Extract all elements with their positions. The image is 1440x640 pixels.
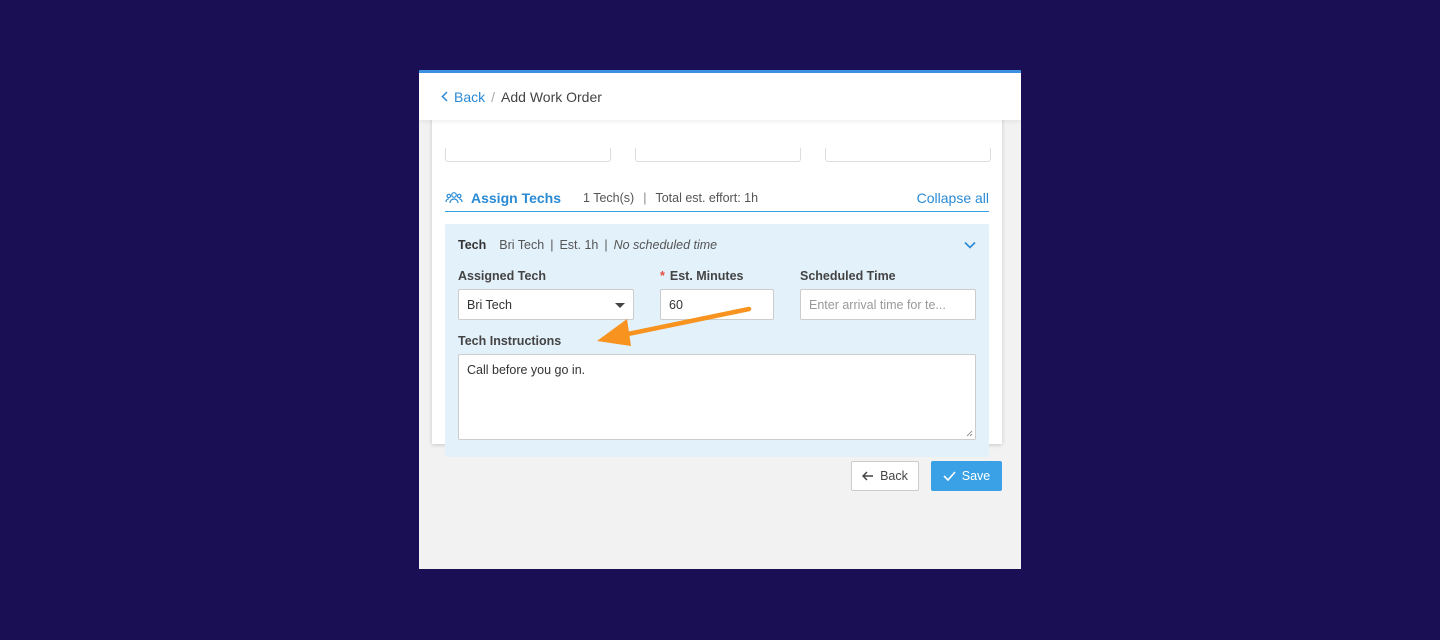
- field-stub-3: [825, 148, 991, 162]
- assign-techs-header: Assign Techs 1 Tech(s) | Total est. effo…: [445, 184, 989, 212]
- field-stub-1: [445, 148, 611, 162]
- est-minutes-label: * Est. Minutes: [660, 269, 744, 283]
- back-button-label: Back: [880, 469, 908, 483]
- tech-instructions-value: Call before you go in.: [467, 363, 586, 377]
- breadcrumb-back-label: Back: [454, 88, 486, 105]
- annotation-arrow-icon: [597, 306, 752, 346]
- chevron-left-icon: [441, 91, 448, 102]
- breadcrumb-back-link[interactable]: Back: [441, 89, 485, 105]
- scheduled-time-placeholder: Enter arrival time for te...: [809, 297, 946, 312]
- chevron-down-icon[interactable]: [964, 241, 976, 249]
- header-separator: |: [643, 190, 647, 205]
- tech-instructions-textarea[interactable]: Call before you go in.: [458, 354, 976, 440]
- save-button-label: Save: [961, 469, 991, 483]
- breadcrumb-separator: /: [491, 88, 496, 105]
- check-icon: [943, 471, 956, 481]
- tech-schedule: No scheduled time: [613, 238, 718, 252]
- required-marker: *: [660, 269, 665, 283]
- resize-handle-icon[interactable]: [966, 430, 973, 437]
- est-minutes-label-text: Est. Minutes: [669, 269, 744, 283]
- arrow-left-icon: [862, 471, 874, 481]
- assign-techs-card: Assign Techs 1 Tech(s) | Total est. effo…: [432, 110, 1002, 457]
- assign-techs-title: Assign Techs: [471, 189, 561, 206]
- tech-label: Tech: [458, 238, 487, 252]
- tech-name: Bri Tech: [499, 238, 545, 252]
- collapse-all-link[interactable]: Collapse all: [917, 190, 989, 206]
- users-icon: [445, 191, 463, 203]
- total-effort: Total est. effort: 1h: [655, 190, 759, 205]
- back-button[interactable]: Back: [851, 461, 919, 491]
- scheduled-time-input[interactable]: Enter arrival time for te...: [800, 289, 976, 320]
- field-stub-2: [635, 148, 801, 162]
- assigned-tech-label: Assigned Tech: [458, 269, 546, 283]
- scheduled-time-label: Scheduled Time: [800, 269, 896, 283]
- tech-sep-1: |: [550, 238, 554, 252]
- tech-summary-row: Tech Bri Tech | Est. 1h | No scheduled t…: [458, 237, 976, 253]
- save-button[interactable]: Save: [931, 461, 1002, 491]
- app-frame: Assign Techs 1 Tech(s) | Total est. effo…: [419, 70, 1021, 569]
- tech-instructions-label: Tech Instructions: [458, 334, 562, 348]
- top-bar: Back / Add Work Order: [419, 70, 1021, 120]
- assigned-tech-value: Bri Tech: [467, 297, 512, 312]
- tech-sep-2: |: [604, 238, 608, 252]
- tech-estimate: Est. 1h: [559, 238, 599, 252]
- tech-count: 1 Tech(s): [583, 190, 635, 205]
- page-title: Add Work Order: [501, 88, 602, 105]
